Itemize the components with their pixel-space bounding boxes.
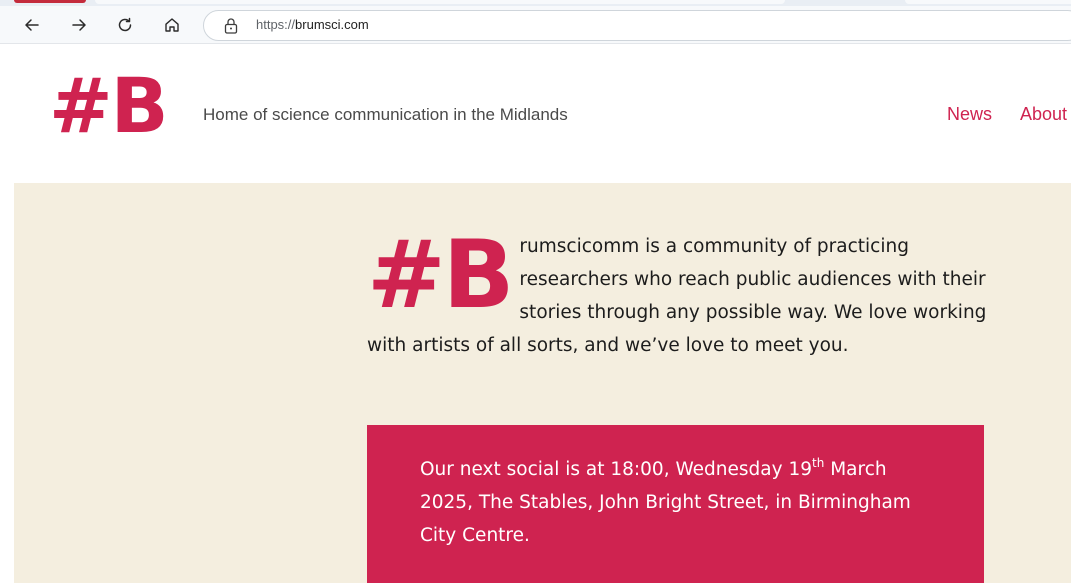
site-tagline: Home of science communication in the Mid… <box>203 105 568 124</box>
back-button[interactable] <box>19 12 45 38</box>
nav-link-about[interactable]: About <box>1020 104 1067 125</box>
site-logo[interactable]: #B <box>49 68 169 144</box>
forward-arrow-icon <box>72 19 86 31</box>
back-arrow-icon <box>25 19 39 31</box>
intro-paragraph: #B rumscicomm is a community of practici… <box>367 221 992 362</box>
dropcap-logo: #B <box>367 221 514 330</box>
active-tab-edge[interactable] <box>14 0 86 3</box>
url-scheme: https:// <box>256 17 296 32</box>
home-button[interactable] <box>159 12 185 38</box>
lock-icon[interactable] <box>223 17 239 35</box>
home-icon <box>165 18 179 32</box>
tab-edge-right[interactable] <box>905 0 1071 4</box>
next-social-text: Our next social is at 18:00, Wednesday 1… <box>420 453 940 552</box>
nav-link-news[interactable]: News <box>947 104 992 125</box>
next-social-banner: Our next social is at 18:00, Wednesday 1… <box>367 425 984 583</box>
address-bar[interactable]: https://brumsci.com <box>203 10 1071 41</box>
url-host: brumsci.com <box>295 17 369 32</box>
forward-button[interactable] <box>66 12 92 38</box>
main-content: #B rumscicomm is a community of practici… <box>14 183 1071 583</box>
reload-button[interactable] <box>112 12 138 38</box>
site-header: #B Home of science communication in the … <box>14 45 1071 183</box>
social-text-start: Our next social is at 18:00, Wednesday 1… <box>420 459 812 480</box>
tab-edge[interactable] <box>95 0 785 4</box>
reload-icon <box>118 17 132 32</box>
browser-toolbar: https://brumsci.com <box>0 6 1071 44</box>
url-text[interactable]: https://brumsci.com <box>256 17 369 32</box>
social-day-suffix: th <box>812 456 825 470</box>
